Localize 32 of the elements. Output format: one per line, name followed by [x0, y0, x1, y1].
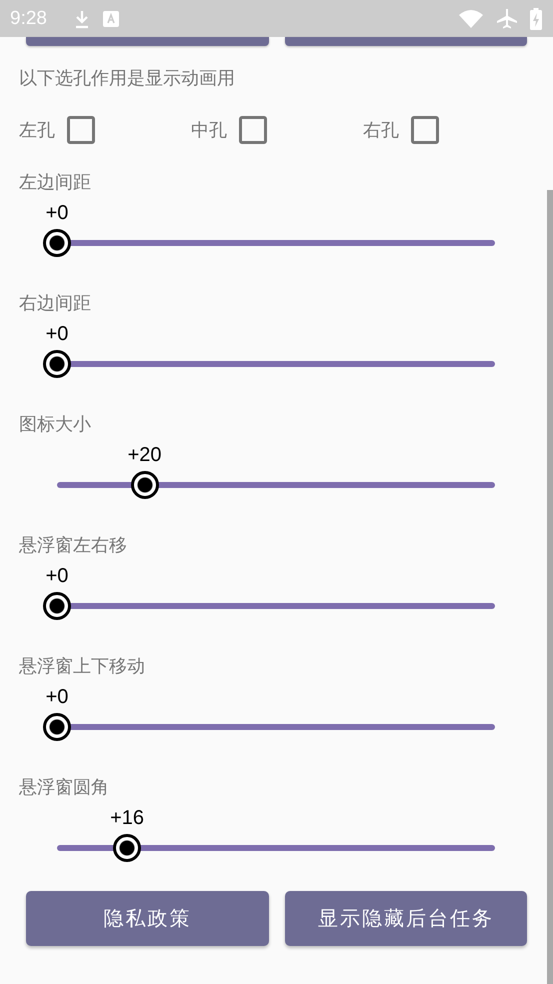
keyboard-icon — [102, 10, 119, 26]
setting-title: 悬浮窗上下移动 — [19, 655, 146, 679]
slider-thumb[interactable] — [43, 229, 71, 257]
checkbox-label: 左孔 — [19, 119, 55, 142]
slider-value: +0 — [46, 323, 68, 345]
battery-icon — [530, 8, 542, 30]
setting-title: 悬浮窗左右移 — [19, 534, 128, 558]
checkbox[interactable] — [239, 116, 267, 144]
slider-thumb[interactable] — [43, 713, 71, 741]
action-button[interactable]: 隐私政策 — [26, 891, 268, 946]
slider-value: +0 — [46, 565, 68, 587]
slider-value: +16 — [110, 807, 144, 829]
slider-thumb[interactable] — [43, 350, 71, 378]
checkbox[interactable] — [411, 116, 439, 144]
slider-value: +0 — [46, 686, 68, 708]
slider-thumb[interactable] — [113, 834, 142, 862]
checkbox[interactable] — [67, 116, 95, 144]
slider-thumb[interactable] — [43, 592, 71, 620]
wifi-icon — [458, 8, 484, 28]
action-button[interactable]: 显示隐藏后台任务 — [284, 891, 527, 946]
slider-value: +0 — [46, 202, 68, 224]
scrollbar[interactable] — [547, 190, 553, 984]
airplane-icon — [496, 8, 518, 30]
checkbox-label: 中孔 — [191, 119, 227, 142]
notice-text: 以下选孔作用是显示动画用 — [19, 67, 236, 91]
setting-title: 悬浮窗圆角 — [19, 776, 110, 800]
slider-thumb[interactable] — [130, 471, 159, 499]
setting-title: 左边间距 — [19, 171, 92, 195]
slider-value: +20 — [128, 444, 162, 466]
checkbox-label: 右孔 — [363, 119, 399, 142]
setting-title: 右边间距 — [19, 292, 92, 316]
setting-title: 图标大小 — [19, 413, 92, 437]
